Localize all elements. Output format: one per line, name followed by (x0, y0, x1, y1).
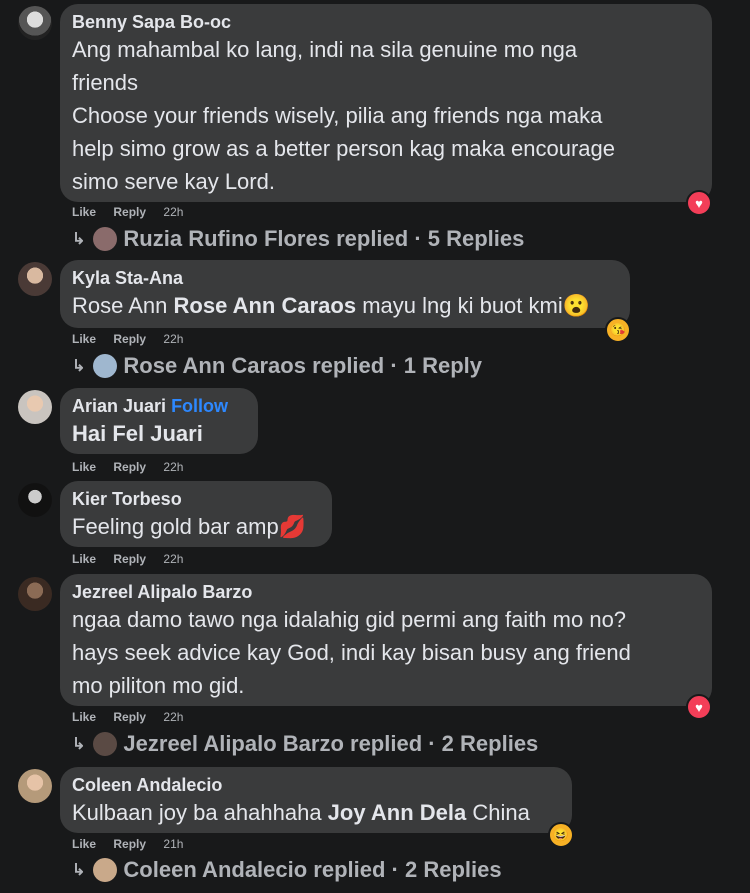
mention-link[interactable]: Hai Fel Juari (72, 421, 203, 446)
comment-actions: Like Reply 22h (72, 710, 197, 724)
like-button[interactable]: Like (72, 205, 96, 219)
comment-author[interactable]: Kier Torbeso (72, 488, 320, 510)
avatar[interactable] (18, 769, 52, 803)
comment-actions: Like Reply 21h (72, 837, 197, 851)
heart-icon[interactable]: ♥ (686, 190, 712, 216)
comment-text: Feeling gold bar amp💋 (72, 514, 307, 539)
reply-arrow-icon: ↳ (72, 231, 86, 248)
avatar[interactable] (18, 483, 52, 517)
avatar (93, 858, 118, 882)
view-replies-link[interactable]: ↳ Jezreel Alipalo Barzo replied · 2 Repl… (72, 731, 538, 757)
comment-text: Rose Ann Rose Ann Caraos mayu lng ki buo… (72, 293, 591, 318)
comment-actions: Like Reply 22h (72, 332, 197, 346)
like-button[interactable]: Like (72, 710, 96, 724)
avatar (93, 227, 118, 251)
comment-author[interactable]: Kyla Sta-Ana (72, 267, 618, 289)
comment-text: Hai Fel Juari (72, 417, 246, 450)
view-replies-link[interactable]: ↳ Rose Ann Caraos replied · 1 Reply (72, 353, 482, 379)
reply-button[interactable]: Reply (113, 205, 146, 219)
avatar[interactable] (18, 390, 52, 424)
like-button[interactable]: Like (72, 837, 96, 851)
follow-button[interactable]: Follow (171, 396, 228, 416)
timestamp[interactable]: 21h (163, 837, 183, 851)
comment-author[interactable]: Coleen Andalecio (72, 774, 560, 796)
timestamp[interactable]: 22h (163, 710, 183, 724)
comment-bubble: Kier Torbeso Feeling gold bar amp💋 (60, 481, 332, 547)
comment-bubble: Coleen Andalecio Kulbaan joy ba ahahhaha… (60, 767, 572, 833)
comment-text: Kulbaan joy ba ahahhaha Joy Ann Dela Chi… (72, 800, 530, 825)
timestamp[interactable]: 22h (163, 552, 183, 566)
timestamp[interactable]: 22h (163, 332, 183, 346)
comment-author: Arian Juari Follow (72, 396, 229, 416)
reply-button[interactable]: Reply (113, 460, 146, 474)
reply-button[interactable]: Reply (113, 837, 146, 851)
mention-link[interactable]: Joy Ann Dela (328, 800, 467, 825)
comment-actions: Like Reply 22h (72, 552, 197, 566)
comment-actions: Like Reply 22h (72, 460, 197, 474)
reply-button[interactable]: Reply (113, 332, 146, 346)
comment-bubble: Arian Juari Follow Hai Fel Juari (60, 388, 258, 454)
comment-actions: Like Reply 22h (72, 205, 197, 219)
like-button[interactable]: Like (72, 552, 96, 566)
laugh-emoji-icon[interactable]: 😆 (548, 822, 574, 848)
view-replies-link[interactable]: ↳ Coleen Andalecio replied · 2 Replies (72, 857, 502, 883)
comment-text: ngaa damo tawo nga idalahig gid permi an… (72, 607, 631, 698)
avatar[interactable] (18, 6, 52, 40)
avatar (93, 354, 118, 378)
reply-arrow-icon: ↳ (72, 358, 86, 375)
comment-bubble: Kyla Sta-Ana Rose Ann Rose Ann Caraos ma… (60, 260, 630, 328)
timestamp[interactable]: 22h (163, 460, 183, 474)
view-replies-link[interactable]: ↳ Ruzia Rufino Flores replied · 5 Replie… (72, 226, 524, 252)
like-button[interactable]: Like (72, 332, 96, 346)
kiss-emoji-icon[interactable]: 😘 (605, 317, 631, 343)
reply-arrow-icon: ↳ (72, 862, 86, 879)
comment-bubble: Jezreel Alipalo Barzo ngaa damo tawo nga… (60, 574, 712, 706)
comment-author[interactable]: Benny Sapa Bo-oc (72, 11, 700, 33)
mention-link[interactable]: Rose Ann Caraos (174, 293, 357, 318)
reply-button[interactable]: Reply (113, 552, 146, 566)
avatar (93, 732, 118, 756)
comment-author[interactable]: Jezreel Alipalo Barzo (72, 581, 700, 603)
heart-icon[interactable]: ♥ (686, 694, 712, 720)
reply-button[interactable]: Reply (113, 710, 146, 724)
like-button[interactable]: Like (72, 460, 96, 474)
comment-bubble: Benny Sapa Bo-oc Ang mahambal ko lang, i… (60, 4, 712, 202)
timestamp[interactable]: 22h (163, 205, 183, 219)
reply-arrow-icon: ↳ (72, 736, 86, 753)
comment-text: Ang mahambal ko lang, indi na sila genui… (72, 37, 615, 194)
avatar[interactable] (18, 577, 52, 611)
avatar[interactable] (18, 262, 52, 296)
